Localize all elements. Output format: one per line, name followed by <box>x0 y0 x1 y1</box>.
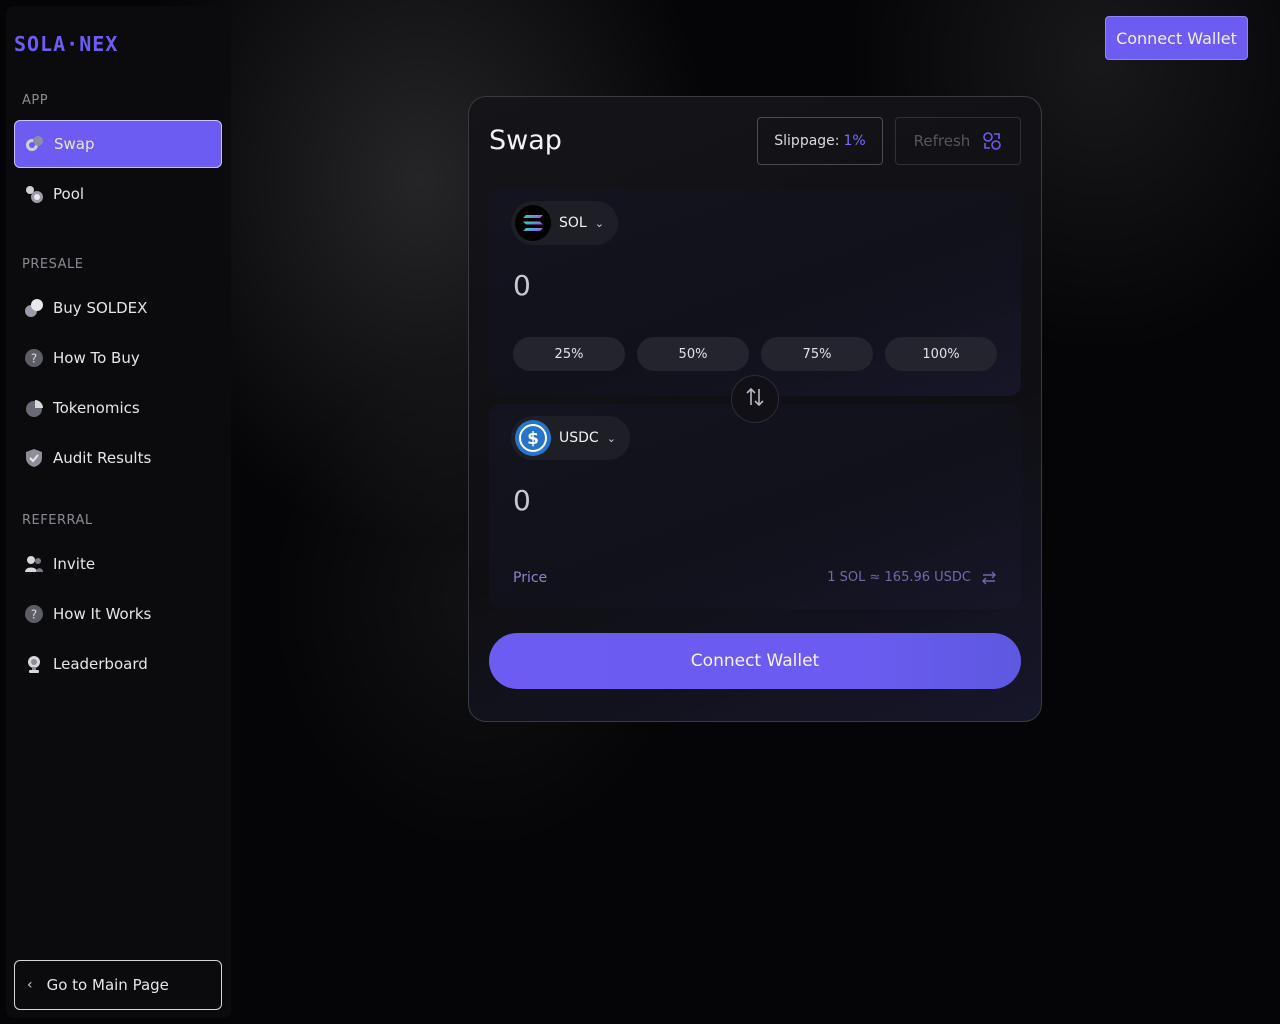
slippage-button[interactable]: Slippage: 1% <box>757 117 883 165</box>
swap-title: Swap <box>489 125 562 156</box>
swap-arrows-icon <box>981 571 997 585</box>
sidebar-item-audit-results[interactable]: Audit Results <box>14 434 222 482</box>
sidebar-item-label: Leaderboard <box>53 655 148 673</box>
from-panel: SOL ⌄ 0 25% 50% 75% 100% <box>489 189 1021 396</box>
swap-card: Swap Slippage: 1% Refresh SOL ⌄ 0 25% 50… <box>468 96 1042 722</box>
shield-check-icon <box>24 448 44 468</box>
chevron-down-icon: ⌄ <box>606 431 616 445</box>
svg-text:?: ? <box>31 352 37 366</box>
percent-75-button[interactable]: 75% <box>761 337 873 371</box>
percent-50-button[interactable]: 50% <box>637 337 749 371</box>
sidebar-item-label: How It Works <box>53 605 152 623</box>
percent-buttons: 25% 50% 75% 100% <box>513 337 997 371</box>
connect-wallet-button[interactable]: Connect Wallet <box>489 633 1021 689</box>
sidebar-item-buy-soldex[interactable]: Buy SOLDEX <box>14 284 222 332</box>
refresh-button[interactable]: Refresh <box>895 117 1021 165</box>
question-icon: ? <box>24 604 44 624</box>
price-value: 1 SOL ≈ 165.96 USDC <box>827 570 971 585</box>
from-token-select[interactable]: SOL ⌄ <box>511 201 618 245</box>
usdc-logo-icon: $ <box>515 420 551 456</box>
trophy-icon <box>24 654 44 674</box>
sidebar-item-label: Swap <box>54 135 95 153</box>
section-label-app: APP <box>22 93 49 108</box>
swap-direction-icon <box>744 386 766 412</box>
buy-icon <box>24 298 44 318</box>
percent-100-button[interactable]: 100% <box>885 337 997 371</box>
from-amount-input[interactable]: 0 <box>513 269 531 302</box>
sidebar-item-swap[interactable]: Swap <box>14 120 222 168</box>
sidebar-item-label: Invite <box>53 555 96 573</box>
sol-logo-icon <box>515 205 551 241</box>
from-token-symbol: SOL <box>559 215 587 231</box>
chevron-down-icon: ⌄ <box>594 216 604 230</box>
percent-25-button[interactable]: 25% <box>513 337 625 371</box>
users-icon <box>24 554 44 574</box>
section-label-presale: PRESALE <box>22 257 84 272</box>
sidebar-item-label: Buy SOLDEX <box>53 299 148 317</box>
refresh-label: Refresh <box>913 132 971 150</box>
pie-chart-icon <box>24 398 44 418</box>
sidebar-item-label: Tokenomics <box>53 399 140 417</box>
to-token-select[interactable]: $ USDC ⌄ <box>511 416 630 460</box>
svg-text:$: $ <box>527 429 539 449</box>
sidebar-item-tokenomics[interactable]: Tokenomics <box>14 384 222 432</box>
svg-text:?: ? <box>31 608 37 622</box>
chevron-left-icon: ‹ <box>27 977 33 993</box>
main-page-label: Go to Main Page <box>46 976 169 994</box>
price-label: Price <box>513 570 548 586</box>
refresh-icon <box>982 131 1002 151</box>
sidebar-item-pool[interactable]: Pool <box>14 170 222 218</box>
sidebar: SOLA·NEX APP Swap Pool PRESALE Buy SOLDE… <box>6 6 231 1018</box>
slippage-label: Slippage: <box>774 133 840 149</box>
brand-logo[interactable]: SOLA·NEX <box>14 32 118 56</box>
to-token-symbol: USDC <box>559 430 599 446</box>
price-rate[interactable]: 1 SOL ≈ 165.96 USDC <box>827 570 997 585</box>
question-icon: ? <box>24 348 44 368</box>
go-to-main-page-button[interactable]: ‹ Go to Main Page <box>14 960 222 1010</box>
swap-direction-button[interactable] <box>731 375 779 423</box>
section-label-referral: REFERRAL <box>22 513 93 528</box>
sidebar-item-label: Pool <box>53 185 85 203</box>
to-amount-input[interactable]: 0 <box>513 484 531 517</box>
to-panel: $ USDC ⌄ 0 Price 1 SOL ≈ 165.96 USDC <box>489 404 1021 609</box>
sidebar-item-how-to-buy[interactable]: ? How To Buy <box>14 334 222 382</box>
sidebar-item-leaderboard[interactable]: Leaderboard <box>14 640 222 688</box>
sidebar-item-label: Audit Results <box>53 449 152 467</box>
slippage-value: 1% <box>843 133 866 149</box>
sidebar-item-label: How To Buy <box>53 349 140 367</box>
pool-icon <box>24 184 44 204</box>
swap-icon <box>25 134 45 154</box>
sidebar-item-how-it-works[interactable]: ? How It Works <box>14 590 222 638</box>
sidebar-item-invite[interactable]: Invite <box>14 540 222 588</box>
header-connect-wallet-button[interactable]: Connect Wallet <box>1105 16 1248 60</box>
